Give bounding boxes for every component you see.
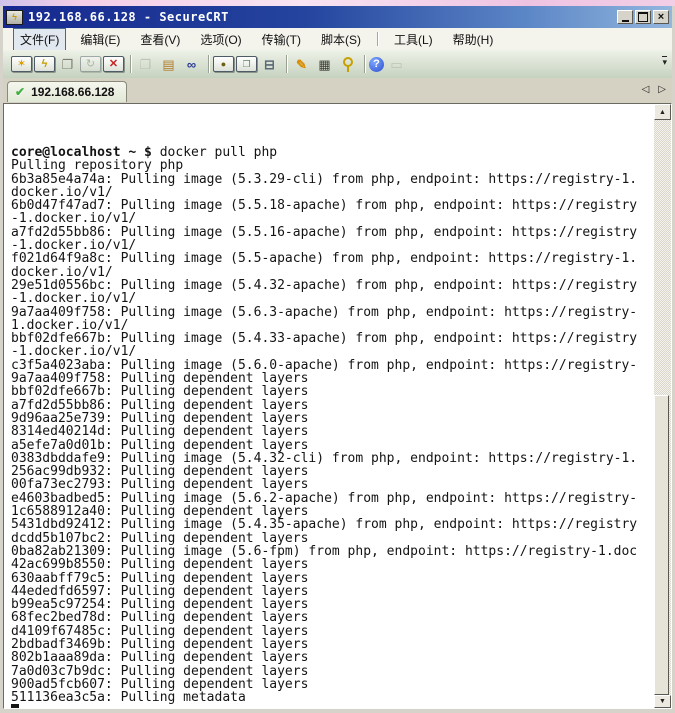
disconnect-icon[interactable]: ✕: [103, 56, 124, 72]
copy-icon[interactable]: ❐: [135, 56, 156, 73]
menu-group-left: 文件(F) 编辑(E) 查看(V) 选项(O) 传输(T) 脚本(S): [9, 28, 371, 50]
session-clone-icon[interactable]: ❐: [236, 56, 257, 72]
quick-connect-icon[interactable]: ϟ: [34, 56, 55, 72]
terminal-area: core@localhost ~ $ docker pull php Pulli…: [3, 103, 672, 709]
toolbar-overflow-icon[interactable]: ▾: [662, 56, 667, 67]
terminal-cursor: [11, 704, 19, 708]
maximize-button[interactable]: [635, 10, 651, 24]
menu-tools[interactable]: 工具(L): [388, 29, 439, 50]
properties-icon[interactable]: ✎: [291, 56, 312, 73]
minimize-button[interactable]: [617, 10, 633, 24]
menu-help[interactable]: 帮助(H): [447, 29, 500, 50]
menu-transfer[interactable]: 传输(T): [256, 29, 307, 50]
securecrt-window: 192.168.66.128 - SecureCRT × 文件(F) 编辑(E) 查…: [0, 0, 675, 713]
menu-edit[interactable]: 编辑(E): [74, 29, 126, 50]
minimize-icon: [622, 20, 629, 22]
app-window-icon[interactable]: ▭: [386, 56, 407, 73]
session-lock-icon[interactable]: ●: [213, 56, 234, 72]
terminal-lines: Pulling repository php 6b3a85e4a74a: Pul…: [11, 158, 637, 705]
toolbar-separator: [286, 55, 287, 73]
keymap-icon[interactable]: ▦: [314, 56, 335, 73]
menu-bar: 文件(F) 编辑(E) 查看(V) 选项(O) 传输(T) 脚本(S) 工具(L) 帮助(H…: [3, 28, 672, 50]
session-tab[interactable]: ✔ 192.168.66.128: [7, 81, 127, 102]
new-tab-icon[interactable]: ❐: [57, 56, 78, 73]
paste-icon[interactable]: ▤: [158, 56, 179, 73]
menu-group-right: 工具(L) 帮助(H): [384, 28, 503, 50]
toolbar-separator: [364, 55, 365, 73]
toolbar-separator: [130, 55, 131, 73]
help-icon[interactable]: ?: [369, 57, 384, 72]
menu-options[interactable]: 选项(O): [194, 29, 247, 50]
menu-view[interactable]: 查看(V): [134, 29, 186, 50]
tab-scroll-right-icon[interactable]: ▷: [658, 84, 666, 95]
app-icon: [6, 10, 23, 25]
toolbar: ✶ϟ❐↻✕❐▤∞●❐⊟✎▦?▭: [3, 50, 672, 78]
toolbar-separator: [208, 55, 209, 73]
connected-check-icon: ✔: [15, 85, 25, 99]
menu-file[interactable]: 文件(F): [13, 28, 66, 51]
session-tab-label: 192.168.66.128: [31, 85, 114, 99]
reconnect-icon[interactable]: ↻: [80, 56, 101, 72]
find-icon[interactable]: ∞: [181, 56, 202, 73]
tab-bar: ✔ 192.168.66.128 ◁ ▷: [3, 78, 672, 103]
scroll-up-button[interactable]: ▲: [654, 104, 671, 120]
terminal-output[interactable]: core@localhost ~ $ docker pull php Pulli…: [4, 104, 654, 708]
title-bar[interactable]: 192.168.66.128 - SecureCRT ×: [3, 6, 672, 28]
tab-scroll-left-icon[interactable]: ◁: [642, 84, 650, 95]
connect-icon[interactable]: ✶: [11, 56, 32, 72]
print-icon[interactable]: ⊟: [259, 56, 280, 73]
close-button[interactable]: ×: [653, 10, 669, 24]
menu-script[interactable]: 脚本(S): [315, 29, 367, 50]
window-controls: ×: [617, 10, 669, 24]
close-icon: ×: [658, 12, 664, 23]
maximize-icon: [638, 12, 648, 22]
scroll-down-button[interactable]: ▼: [654, 695, 671, 708]
window-title: 192.168.66.128 - SecureCRT: [28, 10, 617, 24]
key-icon[interactable]: [337, 56, 358, 73]
scrollbar-thumb[interactable]: [654, 395, 669, 695]
vertical-scrollbar[interactable]: ▲ ▼: [654, 104, 671, 708]
menu-separator: [377, 32, 378, 46]
tab-scroll-arrows: ◁ ▷: [642, 84, 666, 95]
